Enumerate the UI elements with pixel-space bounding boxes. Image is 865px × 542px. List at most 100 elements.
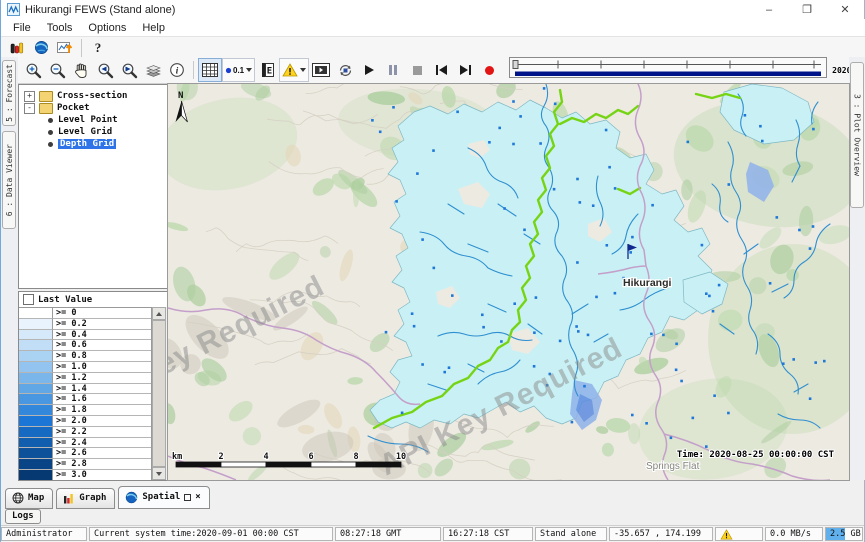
tab-graph[interactable]: Graph [56, 488, 115, 509]
node-dot-icon [48, 118, 53, 123]
tree-item-pocket[interactable]: -Pocket [19, 102, 167, 114]
pan-hand-icon[interactable] [69, 58, 93, 82]
pause-button[interactable] [381, 58, 405, 82]
tree-item-level-grid[interactable]: Level Grid [19, 126, 167, 138]
info-icon[interactable]: i [165, 58, 189, 82]
legend-row: >= 1.0 [19, 362, 152, 373]
step-forward-button[interactable] [453, 58, 477, 82]
svg-text:8: 8 [353, 452, 358, 462]
legend-color-swatch [19, 459, 53, 470]
legend-class-label: >= 0.2 [53, 319, 152, 330]
status-gmt-time: 08:27:18 GMT [335, 527, 441, 541]
legend-color-swatch [19, 319, 53, 330]
chevron-down-icon [300, 68, 306, 72]
tree-item-cross-section[interactable]: + Cross-section [19, 90, 167, 102]
menu-item-options[interactable]: Options [80, 21, 134, 35]
svg-text:2: 2 [218, 452, 223, 462]
menu-item-file[interactable]: File [5, 21, 39, 35]
app-window: Hikurangi FEWS (Stand alone) – ❐ ✕ FileT… [0, 0, 865, 542]
display-series-icon[interactable] [53, 36, 77, 60]
legend-class-label: >= 1.0 [53, 362, 152, 373]
map-toolbar: i 0.1 E [18, 57, 849, 84]
toolbar-separator [193, 61, 194, 79]
zoom-previous-icon[interactable] [93, 58, 117, 82]
legend-color-swatch [19, 448, 53, 459]
legend-color-swatch [19, 394, 53, 405]
scroll-down-icon[interactable] [152, 467, 166, 480]
legend-class-list: >= 0>= 0.2>= 0.4>= 0.6>= 0.8>= 1.0>= 1.2… [19, 307, 152, 480]
zoom-out-icon[interactable] [45, 58, 69, 82]
tab-forecast[interactable]: 5 : Forecast [2, 60, 16, 126]
legend-color-swatch [19, 330, 53, 341]
minimize-button[interactable]: – [750, 0, 788, 19]
legend-color-swatch [19, 438, 53, 449]
animation-player-icon[interactable] [309, 58, 333, 82]
stop-button[interactable] [405, 58, 429, 82]
node-dot-icon [48, 142, 53, 147]
tree-item-depth-grid[interactable]: Depth Grid [19, 138, 167, 150]
tree-expander-icon[interactable]: + [24, 91, 35, 102]
tree-expander-icon[interactable]: - [24, 103, 35, 114]
toolbar-separator [81, 39, 82, 57]
thresholds-warning-dropdown[interactable] [279, 58, 309, 82]
time-slider[interactable] [509, 57, 827, 83]
menu-item-tools[interactable]: Tools [39, 21, 81, 35]
tab-data-viewer[interactable]: 6 : Data Viewer [2, 131, 16, 229]
svg-text:km: km [172, 452, 182, 462]
layers-icon[interactable] [141, 58, 165, 82]
contour-interval-dropdown[interactable]: 0.1 [222, 58, 255, 82]
play-button[interactable] [357, 58, 381, 82]
bottom-tab-bar: Map Graph Spatial × [1, 486, 864, 509]
legend-scrollbar[interactable] [151, 307, 167, 480]
tab-plot-overview[interactable]: 3 : Plot Overview [850, 62, 864, 208]
tree-item-label: Level Point [58, 115, 118, 125]
tab-close-icon[interactable]: × [195, 492, 200, 502]
legend-class-label: >= 0.8 [53, 351, 152, 362]
help-button[interactable]: ? [86, 36, 110, 60]
legend-class-label: >= 2.6 [53, 448, 152, 459]
scrollbar-thumb[interactable] [152, 320, 166, 467]
tree-item-label: Depth Grid [58, 139, 116, 149]
status-download-rate: 0.0 MB/s [765, 527, 823, 541]
status-mode: Stand alone [535, 527, 607, 541]
menu-item-help[interactable]: Help [134, 21, 173, 35]
tab-spatial[interactable]: Spatial × [118, 486, 209, 509]
last-value-checkbox[interactable] [23, 294, 34, 305]
legend-row: >= 2.2 [19, 427, 152, 438]
folder-icon [39, 91, 53, 102]
record-button[interactable] [477, 58, 501, 82]
tree-item-label: Cross-section [57, 91, 127, 101]
tab-logs[interactable]: Logs [5, 509, 41, 524]
scroll-up-icon[interactable] [152, 307, 166, 320]
tree-item-label: Level Grid [58, 127, 112, 137]
warning-icon [720, 529, 733, 540]
main-toolbar: ? [1, 36, 865, 58]
explorer-icon[interactable] [5, 36, 29, 60]
town-label: Hikurangi [623, 277, 672, 289]
status-user: Administrator [1, 527, 87, 541]
legend-row: >= 0 [19, 308, 152, 319]
tab-maximize-icon[interactable] [184, 494, 191, 501]
left-tab-strip: 5 : Forecast 6 : Data Viewer [1, 57, 18, 480]
legend-color-swatch [19, 427, 53, 438]
legend-toggle-icon[interactable]: E [255, 58, 279, 82]
zoom-in-icon[interactable] [21, 58, 45, 82]
globe-icon[interactable] [29, 36, 53, 60]
legend-row: >= 1.4 [19, 384, 152, 395]
zoom-next-icon[interactable] [117, 58, 141, 82]
close-button[interactable]: ✕ [826, 0, 864, 19]
bar-chart-icon [63, 492, 75, 504]
grid-display-icon[interactable] [198, 58, 222, 82]
tab-map[interactable]: Map [5, 488, 53, 509]
export-animation-icon[interactable] [333, 58, 357, 82]
status-warning-cell[interactable] [715, 527, 763, 541]
maximize-button[interactable]: ❐ [788, 0, 826, 19]
legend-class-label: >= 1.6 [53, 394, 152, 405]
map-view[interactable]: API Key RequiredAPI Key Required Hikuran… [168, 84, 849, 480]
legend-class-label: >= 0 [53, 308, 152, 319]
step-back-button[interactable] [429, 58, 453, 82]
legend-row: >= 2.4 [19, 438, 152, 449]
tree-item-level-point[interactable]: Level Point [19, 114, 167, 126]
legend-class-label: >= 2.4 [53, 438, 152, 449]
folder-icon [39, 103, 53, 114]
